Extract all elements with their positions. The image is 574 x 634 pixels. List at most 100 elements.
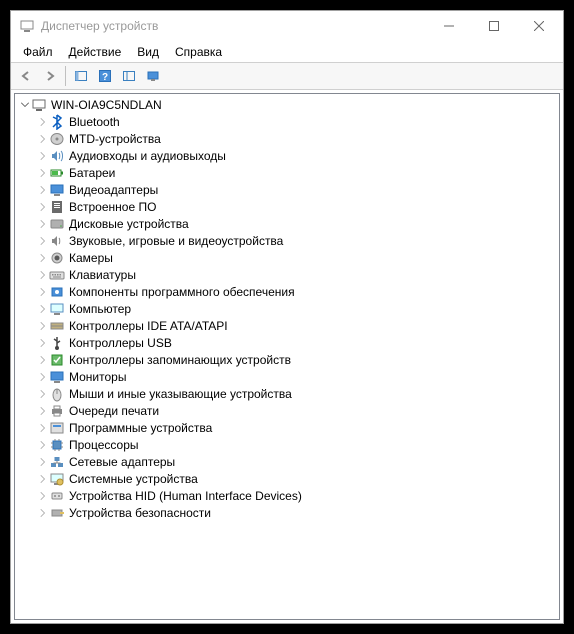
tree-category-label: Видеоадаптеры	[69, 183, 158, 197]
chevron-right-icon[interactable]	[37, 116, 49, 128]
tree-root[interactable]: WIN-OIA9C5NDLAN	[15, 96, 559, 113]
tree-category[interactable]: Камеры	[15, 249, 559, 266]
network-icon	[49, 454, 65, 470]
tree-category[interactable]: Контроллеры USB	[15, 334, 559, 351]
chevron-down-icon[interactable]	[19, 99, 31, 111]
tree-category[interactable]: Контроллеры IDE ATA/ATAPI	[15, 317, 559, 334]
chevron-right-icon[interactable]	[37, 303, 49, 315]
chevron-right-icon[interactable]	[37, 167, 49, 179]
tree-category-label: Аудиовходы и аудиовыходы	[69, 149, 226, 163]
chevron-right-icon[interactable]	[37, 371, 49, 383]
tree-category[interactable]: Батареи	[15, 164, 559, 181]
tree-category-label: MTD-устройства	[69, 132, 161, 146]
tree-category[interactable]: Устройства HID (Human Interface Devices)	[15, 487, 559, 504]
toolbar-properties-button[interactable]	[118, 65, 140, 87]
storage-icon	[49, 352, 65, 368]
disk-icon	[49, 131, 65, 147]
chevron-right-icon[interactable]	[37, 269, 49, 281]
tree-root-label: WIN-OIA9C5NDLAN	[51, 98, 162, 112]
minimize-button[interactable]	[426, 12, 471, 41]
chevron-right-icon[interactable]	[37, 405, 49, 417]
chevron-right-icon[interactable]	[37, 422, 49, 434]
chevron-right-icon[interactable]	[37, 252, 49, 264]
toolbar-back-button[interactable]	[15, 65, 37, 87]
tree-category[interactable]: Программные устройства	[15, 419, 559, 436]
computer-icon	[31, 97, 47, 113]
toolbar-separator	[65, 66, 66, 86]
tree-category[interactable]: Очереди печати	[15, 402, 559, 419]
tree-category[interactable]: Клавиатуры	[15, 266, 559, 283]
audio-icon	[49, 148, 65, 164]
chevron-right-icon[interactable]	[37, 320, 49, 332]
toolbar-showhide-button[interactable]	[70, 65, 92, 87]
tree-category[interactable]: Bluetooth	[15, 113, 559, 130]
chevron-right-icon[interactable]	[37, 150, 49, 162]
tree-category[interactable]: Звуковые, игровые и видеоустройства	[15, 232, 559, 249]
camera-icon	[49, 250, 65, 266]
tree-category[interactable]: Компьютер	[15, 300, 559, 317]
firmware-icon	[49, 199, 65, 215]
tree-category[interactable]: Системные устройства	[15, 470, 559, 487]
mouse-icon	[49, 386, 65, 402]
chevron-right-icon[interactable]	[37, 354, 49, 366]
chevron-right-icon[interactable]	[37, 235, 49, 247]
tree-category[interactable]: Процессоры	[15, 436, 559, 453]
chevron-right-icon[interactable]	[37, 388, 49, 400]
tree-category[interactable]: MTD-устройства	[15, 130, 559, 147]
chevron-right-icon[interactable]	[37, 490, 49, 502]
tree-category[interactable]: Сетевые адаптеры	[15, 453, 559, 470]
monitor-blue-icon	[49, 369, 65, 385]
sound-icon	[49, 233, 65, 249]
maximize-button[interactable]	[471, 12, 516, 41]
tree-category[interactable]: Устройства безопасности	[15, 504, 559, 521]
tree-category-label: Программные устройства	[69, 421, 212, 435]
tree-category[interactable]: Контроллеры запоминающих устройств	[15, 351, 559, 368]
tree-category-label: Компьютер	[69, 302, 131, 316]
chevron-right-icon[interactable]	[37, 286, 49, 298]
tree-category-label: Очереди печати	[69, 404, 159, 418]
menu-view[interactable]: Вид	[129, 43, 167, 61]
chevron-right-icon[interactable]	[37, 439, 49, 451]
tree-category-label: Встроенное ПО	[69, 200, 156, 214]
tree-category-label: Устройства HID (Human Interface Devices)	[69, 489, 302, 503]
chevron-right-icon[interactable]	[37, 133, 49, 145]
tree-category[interactable]: Мониторы	[15, 368, 559, 385]
chevron-right-icon[interactable]	[37, 507, 49, 519]
menubar: Файл Действие Вид Справка	[11, 41, 563, 62]
system-icon	[49, 471, 65, 487]
toolbar-refresh-button[interactable]	[142, 65, 164, 87]
tree-category[interactable]: Мыши и иные указывающие устройства	[15, 385, 559, 402]
toolbar-help-button[interactable]: ?	[94, 65, 116, 87]
tree-category[interactable]: Встроенное ПО	[15, 198, 559, 215]
menu-file[interactable]: Файл	[15, 43, 61, 61]
chevron-right-icon[interactable]	[37, 218, 49, 230]
close-button[interactable]	[516, 12, 561, 41]
menu-help[interactable]: Справка	[167, 43, 230, 61]
chevron-right-icon[interactable]	[37, 337, 49, 349]
cpu-icon	[49, 437, 65, 453]
chevron-right-icon[interactable]	[37, 201, 49, 213]
tree-category-label: Дисковые устройства	[69, 217, 189, 231]
device-tree[interactable]: WIN-OIA9C5NDLANBluetooth MTD-устройства Ау…	[14, 93, 560, 620]
window: Диспетчер устройств Файл Действие Вид Сп…	[10, 10, 564, 624]
software-device-icon	[49, 420, 65, 436]
tree-category-label: Мыши и иные указывающие устройства	[69, 387, 292, 401]
tree-category[interactable]: Видеоадаптеры	[15, 181, 559, 198]
software-icon	[49, 284, 65, 300]
hdd-icon	[49, 216, 65, 232]
tree-category-label: Системные устройства	[69, 472, 198, 486]
tree-category-label: Процессоры	[69, 438, 139, 452]
menu-action[interactable]: Действие	[61, 43, 130, 61]
chevron-right-icon[interactable]	[37, 184, 49, 196]
titlebar-controls	[426, 12, 561, 41]
tree-category[interactable]: Дисковые устройства	[15, 215, 559, 232]
usb-icon	[49, 335, 65, 351]
toolbar-forward-button[interactable]	[39, 65, 61, 87]
chevron-right-icon[interactable]	[37, 473, 49, 485]
window-title: Диспетчер устройств	[41, 19, 426, 33]
toolbar: ?	[11, 62, 563, 90]
monitor-icon	[49, 301, 65, 317]
tree-category[interactable]: Аудиовходы и аудиовыходы	[15, 147, 559, 164]
chevron-right-icon[interactable]	[37, 456, 49, 468]
tree-category[interactable]: Компоненты программного обеспечения	[15, 283, 559, 300]
